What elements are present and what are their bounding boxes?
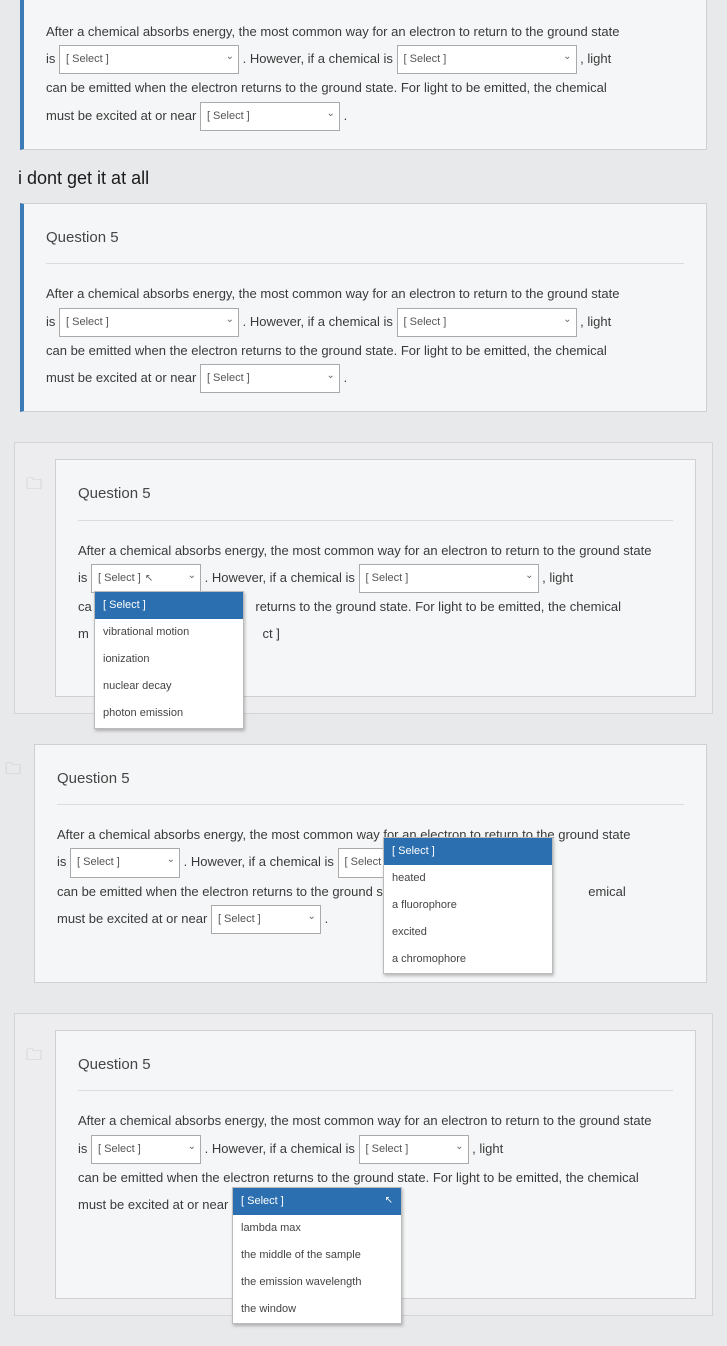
text: . However, if a chemical is [205,570,355,585]
text: . However, if a chemical is [243,51,393,66]
select-2[interactable]: [ Select ] [359,564,539,593]
bookmark-icon[interactable]: 🗀 [26,468,42,502]
question-title: Question 5 [57,763,684,806]
select-1[interactable]: [ Select ] [59,308,239,337]
question-title: Question 5 [78,478,673,521]
user-comment: i dont get it at all [18,168,727,189]
select-1[interactable]: [ Select ] [59,45,239,74]
text-fragment: emical [588,884,626,899]
question-panel-5: 🗀 Question 5 After a chemical absorbs en… [55,1030,696,1299]
dropdown-select-3: [ Select ]↖ lambda max the middle of the… [232,1187,402,1324]
select-2[interactable]: [ Select ] [397,45,577,74]
text: is [78,570,87,585]
select-2[interactable]: [ Select ] [397,308,577,337]
bookmark-icon[interactable]: 🗀 [26,1039,42,1073]
select-3[interactable]: [ Select ] [200,364,340,393]
select-1[interactable]: [ Select ] [91,1135,201,1164]
text: . [325,911,329,926]
text: . [344,370,348,385]
dropdown-option[interactable]: [ Select ] [95,592,243,619]
text: is [46,51,55,66]
text: must be excited at or near [46,108,196,123]
text: must be excited at or near [78,1197,228,1212]
dropdown-option[interactable]: lambda max [233,1215,401,1242]
dropdown-option[interactable]: [ Select ] [384,838,552,865]
question-panel-3: 🗀 Question 5 After a chemical absorbs en… [55,459,696,697]
dropdown-option[interactable]: a fluorophore [384,892,552,919]
outer-border-3: 🗀 Question 5 After a chemical absorbs en… [14,442,713,714]
dropdown-select-2: [ Select ] heated a fluorophore excited … [383,837,553,974]
question-title: Question 5 [46,222,684,265]
select-3[interactable]: [ Select ] [211,905,321,934]
text: can be emitted when the electron returns… [57,884,405,899]
text: can be emitted when the electron returns… [78,1170,639,1185]
text: , light [580,314,611,329]
text: is [57,854,66,869]
text: After a chemical absorbs energy, the mos… [46,24,620,39]
dropdown-option[interactable]: a chromophore [384,946,552,973]
text: must be excited at or near [46,370,196,385]
text-fragment: ca [78,599,92,614]
text: , light [542,570,573,585]
question-panel-2: Question 5 After a chemical absorbs ener… [20,203,707,412]
dropdown-option[interactable]: photon emission [95,700,243,727]
text: must be excited at or near [57,911,207,926]
text: . However, if a chemical is [243,314,393,329]
text: After a chemical absorbs energy, the mos… [46,286,620,301]
select-3[interactable]: [ Select ] [200,102,340,131]
text: is [46,314,55,329]
question-panel-top: After a chemical absorbs energy, the mos… [20,0,707,150]
text: After a chemical absorbs energy, the mos… [78,543,652,558]
cursor-icon: ↖ [145,568,153,589]
question-panel-4: 🗀 Question 5 After a chemical absorbs en… [34,744,707,983]
dropdown-option[interactable]: heated [384,865,552,892]
bookmark-icon[interactable]: 🗀 [5,753,21,787]
dropdown-option[interactable]: the emission wavelength [233,1269,401,1296]
select-2[interactable]: [ Select ] [359,1135,469,1164]
text: is [78,1141,87,1156]
question-title: Question 5 [78,1049,673,1092]
outer-border-5: 🗀 Question 5 After a chemical absorbs en… [14,1013,713,1316]
dropdown-option[interactable]: [ Select ]↖ [233,1188,401,1215]
dropdown-option[interactable]: nuclear decay [95,673,243,700]
text: , light [472,1141,503,1156]
text-fragment: m [78,626,89,641]
text: . However, if a chemical is [184,854,334,869]
dropdown-select-1: [ Select ] vibrational motion ionization… [94,591,244,728]
text: returns to the ground state. For light t… [255,599,621,614]
select-1[interactable]: [ Select ]↖ [91,564,201,593]
text: can be emitted when the electron returns… [46,343,607,358]
select-1[interactable]: [ Select ] [70,848,180,877]
dropdown-option[interactable]: excited [384,919,552,946]
text-fragment: ct ] [262,626,279,641]
dropdown-option[interactable]: the middle of the sample [233,1242,401,1269]
dropdown-option[interactable]: vibrational motion [95,619,243,646]
cursor-icon: ↖ [385,1190,393,1211]
dropdown-option[interactable]: ionization [95,646,243,673]
text: , light [580,51,611,66]
text: can be emitted when the electron returns… [46,80,607,95]
dropdown-option[interactable]: the window [233,1296,401,1323]
text: . [344,108,348,123]
text: After a chemical absorbs energy, the mos… [78,1113,652,1128]
text: . However, if a chemical is [205,1141,355,1156]
